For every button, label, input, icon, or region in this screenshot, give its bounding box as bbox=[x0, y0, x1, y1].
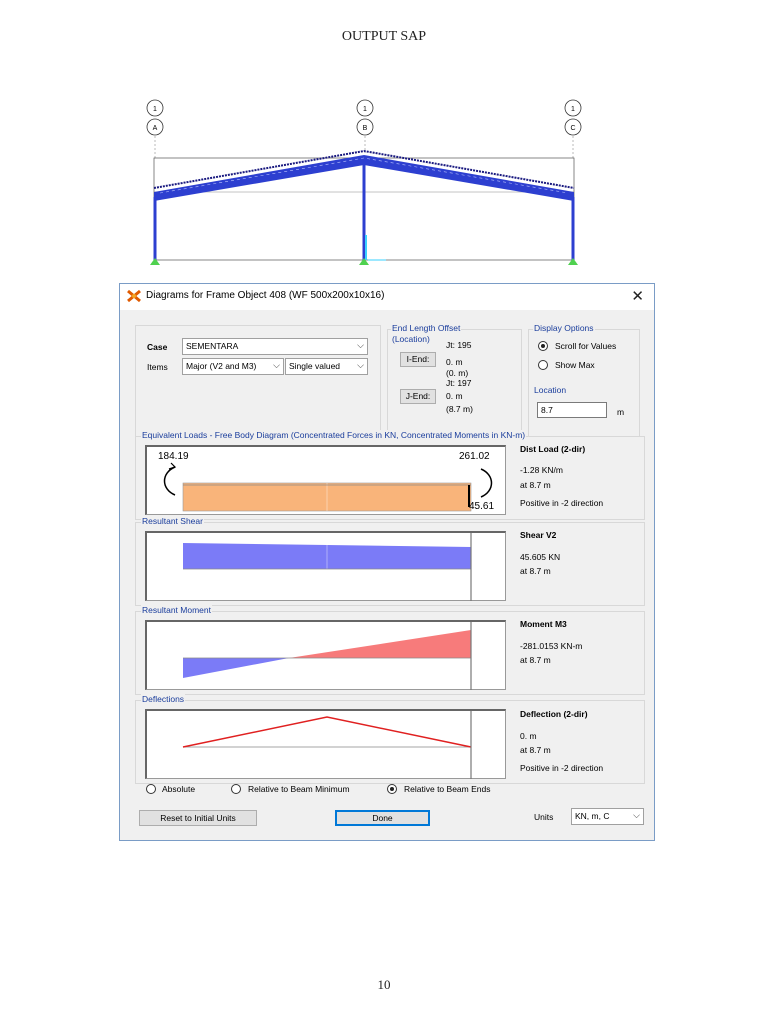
deflection-result-title: Deflection (2-dir) bbox=[520, 709, 588, 719]
dialog-title: Diagrams for Frame Object 408 (WF 500x20… bbox=[146, 290, 385, 301]
show-max-radio[interactable] bbox=[538, 360, 548, 370]
deflection-at: at 8.7 m bbox=[520, 745, 551, 755]
reset-units-button[interactable]: Reset to Initial Units bbox=[139, 810, 257, 826]
shear-svg bbox=[183, 533, 472, 601]
shear-title: Resultant Shear bbox=[141, 516, 204, 526]
free-body-diagram: 184.19 261.02 45.61 bbox=[145, 445, 506, 515]
document-title: OUTPUT SAP bbox=[341, 29, 427, 44]
moment-title: Resultant Moment bbox=[141, 605, 212, 615]
valued-value: Single valued bbox=[289, 361, 341, 371]
right-moment-arrow bbox=[480, 468, 493, 498]
relative-ends-label: Relative to Beam Ends bbox=[404, 784, 491, 794]
deflection-note: Positive in -2 direction bbox=[520, 763, 604, 773]
chevron-down-icon: ⌵ bbox=[357, 340, 364, 350]
i-end-location: (0. m) bbox=[446, 368, 469, 378]
relative-min-label: Relative to Beam Minimum bbox=[248, 784, 350, 794]
support-c bbox=[568, 258, 578, 265]
items-label: Items bbox=[147, 362, 168, 372]
close-icon[interactable]: ✕ bbox=[631, 287, 644, 305]
frame-model-view: 1 A 1 B 1 C bbox=[146, 99, 582, 265]
moment-negative-fill bbox=[183, 658, 289, 678]
sap-app-icon bbox=[127, 289, 141, 303]
left-moment-arrow bbox=[163, 466, 176, 496]
deflection-title: Deflections bbox=[141, 694, 186, 704]
dist-load-title: Dist Load (2-dir) bbox=[520, 444, 586, 454]
grid-label-c: C bbox=[570, 125, 575, 132]
dialog-client: Case SEMENTARA ⌵ Items Major (V2 and M3)… bbox=[120, 310, 654, 840]
units-label: Units bbox=[534, 812, 554, 822]
moment-svg bbox=[183, 622, 472, 690]
grid-bubble-b: 1 B bbox=[356, 99, 374, 153]
deflected-shape bbox=[182, 716, 472, 748]
grid-label-1b: 1 bbox=[363, 106, 367, 113]
equivalent-loads-title: Equivalent Loads - Free Body Diagram (Co… bbox=[141, 430, 527, 440]
case-value: SEMENTARA bbox=[186, 341, 239, 351]
dialog-titlebar: Diagrams for Frame Object 408 (WF 500x20… bbox=[120, 284, 654, 310]
case-select[interactable]: SEMENTARA ⌵ bbox=[182, 338, 368, 355]
end-length-offset-subtitle: (Location) bbox=[391, 334, 431, 344]
items-select[interactable]: Major (V2 and M3) ⌵ bbox=[182, 358, 284, 375]
valued-select[interactable]: Single valued ⌵ bbox=[285, 358, 368, 375]
shear-diagram bbox=[145, 531, 506, 601]
units-value: KN, m, C bbox=[575, 811, 610, 821]
dist-load-value: -1.28 KN/m bbox=[520, 465, 563, 475]
j-end-button[interactable]: J-End: bbox=[400, 389, 436, 404]
scroll-values-label: Scroll for Values bbox=[555, 341, 617, 351]
moment-result-title: Moment M3 bbox=[520, 619, 567, 629]
done-button[interactable]: Done bbox=[335, 810, 430, 826]
moment-positive-fill bbox=[289, 630, 471, 658]
location-input[interactable]: 8.7 bbox=[537, 402, 607, 418]
scroll-values-radio[interactable] bbox=[538, 341, 548, 351]
shear-value: 45.605 KN bbox=[520, 552, 561, 562]
i-end-joint: Jt: 195 bbox=[446, 340, 472, 350]
moment-diagram bbox=[145, 620, 506, 690]
free-body-svg bbox=[163, 462, 493, 512]
deflection-value: 0. m bbox=[520, 731, 537, 741]
j-end-value: 0. m bbox=[446, 391, 463, 401]
i-end-button[interactable]: I-End: bbox=[400, 352, 436, 367]
items-value: Major (V2 and M3) bbox=[186, 361, 257, 371]
location-title: Location bbox=[533, 385, 568, 395]
moment-value: -281.0153 KN-m bbox=[520, 641, 583, 651]
j-end-location: (8.7 m) bbox=[446, 404, 473, 414]
support-a bbox=[150, 258, 160, 265]
end-length-offset-title: End Length Offset bbox=[391, 323, 462, 333]
moment-at: at 8.7 m bbox=[520, 655, 551, 665]
units-select[interactable]: KN, m, C ⌵ bbox=[571, 808, 644, 825]
absolute-label: Absolute bbox=[162, 784, 196, 794]
location-unit: m bbox=[617, 407, 625, 417]
grid-label-1a: 1 bbox=[153, 106, 157, 113]
case-label: Case bbox=[147, 342, 168, 352]
grid-bubble-a: 1 A bbox=[146, 99, 164, 158]
relative-ends-radio[interactable] bbox=[387, 784, 397, 794]
j-end-joint: Jt: 197 bbox=[446, 378, 472, 388]
support-b bbox=[359, 258, 369, 265]
shear-at: at 8.7 m bbox=[520, 566, 551, 576]
chevron-down-icon: ⌵ bbox=[357, 360, 364, 370]
shear-result-title: Shear V2 bbox=[520, 530, 557, 540]
grid-label-1c: 1 bbox=[571, 106, 575, 113]
left-moment-value: 184.19 bbox=[158, 451, 189, 462]
grid-bubble-c: 1 C bbox=[564, 99, 582, 158]
display-options-title: Display Options bbox=[533, 323, 595, 333]
chevron-down-icon: ⌵ bbox=[273, 360, 280, 370]
chevron-down-icon: ⌵ bbox=[633, 810, 640, 820]
grid-label-b: B bbox=[363, 125, 368, 132]
deflection-diagram bbox=[145, 709, 506, 779]
deflection-svg bbox=[182, 711, 472, 779]
grid-label-a: A bbox=[153, 125, 158, 132]
page-number: 10 bbox=[377, 977, 391, 992]
frame-diagram-dialog: Diagrams for Frame Object 408 (WF 500x20… bbox=[119, 283, 655, 841]
i-end-value: 0. m bbox=[446, 357, 463, 367]
relative-min-radio[interactable] bbox=[231, 784, 241, 794]
show-max-label: Show Max bbox=[555, 360, 595, 370]
dist-load-at: at 8.7 m bbox=[520, 480, 551, 490]
right-moment-value: 261.02 bbox=[459, 451, 490, 462]
right-force-value: 45.61 bbox=[469, 501, 495, 512]
absolute-radio[interactable] bbox=[146, 784, 156, 794]
dist-load-note: Positive in -2 direction bbox=[520, 498, 604, 508]
